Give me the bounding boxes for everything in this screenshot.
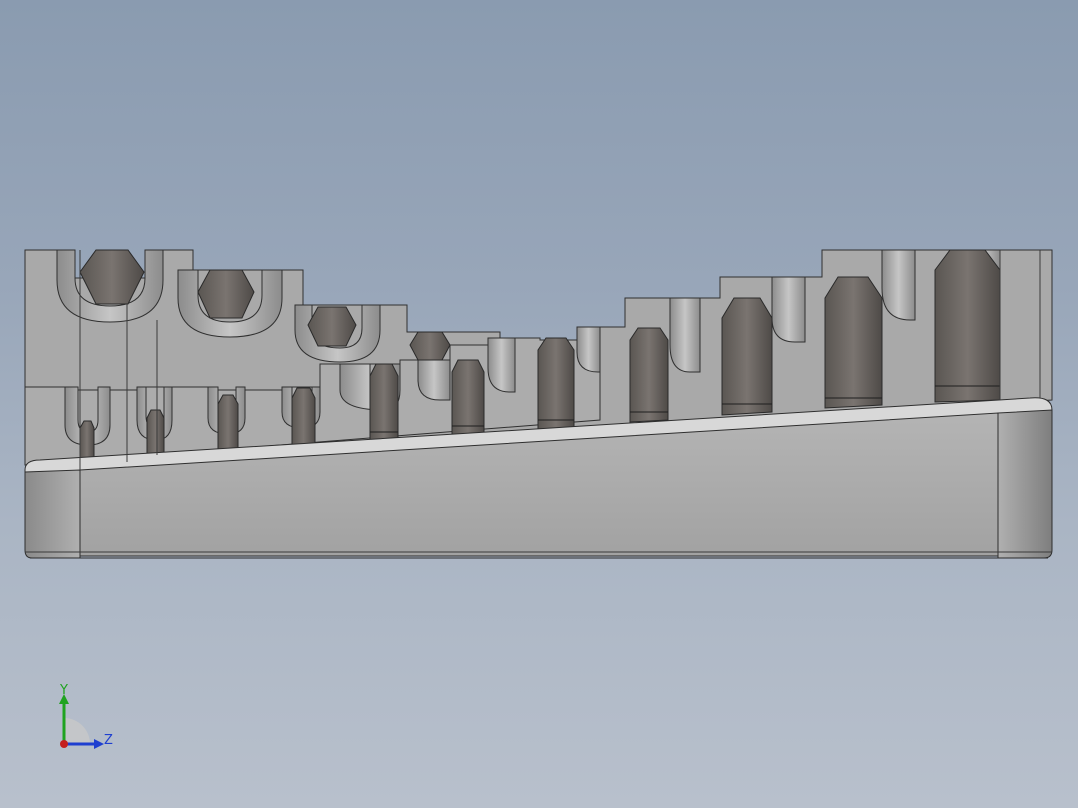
view-orientation-triad[interactable]: Y Z — [40, 680, 130, 770]
triad-xy-arc — [64, 718, 90, 744]
triad-y-label: Y — [59, 683, 68, 698]
base-left-cap — [24, 469, 81, 559]
triad-z-label: Z — [104, 733, 113, 748]
graphics-viewport[interactable]: Y Z — [0, 0, 1078, 808]
triad-z-arrow — [94, 739, 104, 749]
triad-x-dot — [60, 740, 68, 748]
3d-model-view[interactable] — [0, 0, 1078, 808]
base-right-cap — [997, 409, 1053, 559]
